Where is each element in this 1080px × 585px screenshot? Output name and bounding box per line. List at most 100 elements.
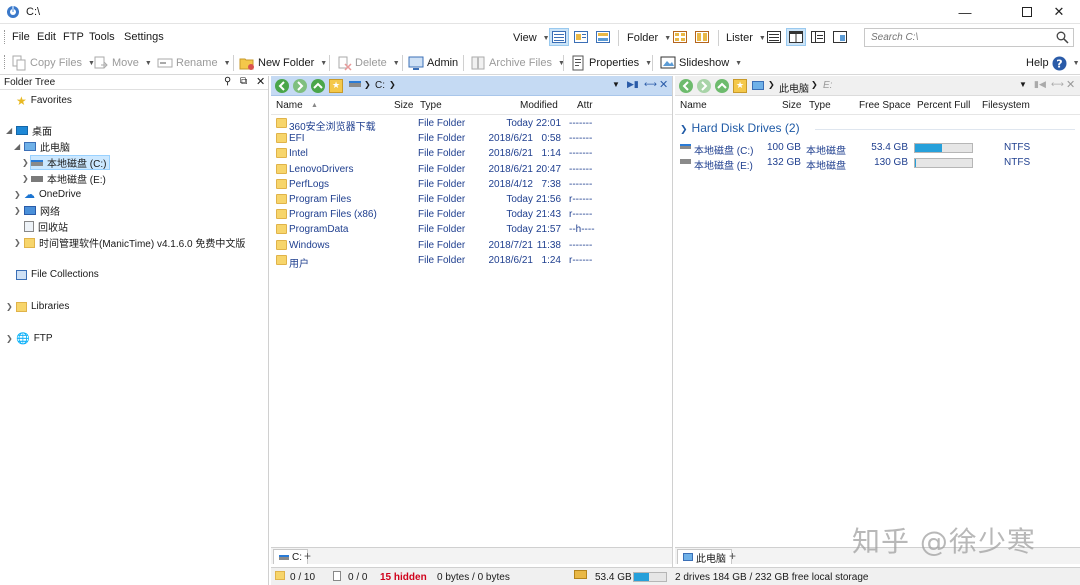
lister-dropdown[interactable]: Lister ▼ (726, 29, 766, 47)
view-details-button[interactable] (549, 28, 569, 46)
tree-item-onedrive[interactable]: ☁ OneDrive (24, 187, 81, 202)
table-row[interactable]: EFI File Folder 2018/6/21 0:58 ------- (271, 132, 672, 147)
view-dropdown[interactable]: View ▼ (513, 29, 550, 47)
drive-row[interactable]: 本地磁盘 (C:) 100 GB 本地磁盘 53.4 GB NTFS (675, 141, 1080, 157)
up-button[interactable] (311, 79, 325, 93)
search-icon[interactable] (1056, 31, 1069, 44)
lister-tree-button[interactable] (808, 28, 828, 46)
expand-arrow-icon[interactable]: ❯ (14, 238, 21, 247)
column-free-space[interactable]: Free Space (859, 100, 911, 111)
menu-tools[interactable]: Tools (89, 31, 115, 43)
drive-row[interactable]: 本地磁盘 (E:) 132 GB 本地磁盘 130 GB NTFS (675, 156, 1080, 172)
forward-button[interactable] (697, 79, 711, 93)
pane-next-icon[interactable]: ▶▮ (627, 79, 639, 90)
menu-settings[interactable]: Settings (124, 31, 164, 43)
tree-search-icon[interactable]: ⚲ (224, 76, 231, 87)
search-input[interactable] (865, 29, 1045, 46)
column-percent-full[interactable]: Percent Full (917, 100, 970, 111)
tree-item-this-pc[interactable]: 此电脑 (24, 139, 70, 154)
breadcrumb-this-pc[interactable]: 此电脑 (779, 80, 809, 95)
expand-arrow-icon[interactable]: ❯ (14, 190, 21, 199)
favorite-folder-button[interactable]: ★ (733, 79, 747, 93)
table-row[interactable]: 用户 File Folder 2018/6/21 1:24 r------ (271, 254, 672, 270)
search-box[interactable] (864, 28, 1074, 47)
column-filesystem[interactable]: Filesystem (982, 100, 1030, 111)
table-row[interactable]: Program Files (x86) File Folder Today 21:43… (271, 208, 672, 223)
menu-edit[interactable]: Edit (37, 31, 56, 43)
favorite-folder-button[interactable]: ★ (329, 79, 343, 93)
move-button[interactable]: Move ▼ (93, 54, 152, 72)
tree-item-recycle-bin[interactable]: 回收站 (24, 219, 68, 234)
status-hidden[interactable]: 15 hidden (380, 572, 427, 583)
path-dropdown-icon[interactable]: ▼ (612, 80, 620, 89)
pane-swap-icon[interactable]: ⟷ (1051, 79, 1064, 90)
add-tab-button[interactable]: + (304, 549, 311, 563)
breadcrumb-e[interactable]: E: (823, 80, 832, 91)
table-row[interactable]: Program Files File Folder Today 21:56 r-----… (271, 193, 672, 208)
path-dropdown-icon[interactable]: ▼ (1019, 80, 1027, 89)
tree-close-icon[interactable]: ✕ (256, 75, 265, 88)
help-button[interactable]: Help ? ▼ (1026, 54, 1080, 72)
column-size[interactable]: Size (394, 100, 413, 111)
tree-item-drive-c[interactable]: 本地磁盘 (C:) (30, 155, 111, 170)
table-row[interactable]: PerfLogs File Folder 2018/4/12 7:38 ------- (271, 178, 672, 193)
collapse-arrow-icon[interactable]: ◢ (14, 142, 20, 151)
menu-ftp[interactable]: FTP (63, 31, 84, 43)
up-button[interactable] (715, 79, 729, 93)
column-type[interactable]: Type (420, 100, 442, 111)
tree-item-desktop[interactable]: 桌面 (16, 123, 52, 138)
menu-file[interactable]: File (12, 31, 30, 43)
tree-item-libraries[interactable]: Libraries (16, 299, 69, 314)
tree-item-manictime[interactable]: 时间管理软件(ManicTime) v4.1.6.0 免费中文版 (24, 235, 245, 250)
pane-close-icon[interactable]: ✕ (1066, 78, 1075, 91)
close-button[interactable]: ✕ (1036, 0, 1080, 24)
column-modified[interactable]: Modified (520, 100, 558, 111)
folder-dropdown[interactable]: Folder ▼ (627, 29, 671, 47)
table-row[interactable]: LenovoDrivers File Folder 2018/6/21 20:47 --… (271, 163, 672, 178)
copy-files-button[interactable]: Copy Files ▼ (11, 54, 95, 72)
pane-swap-icon[interactable]: ⟷ (644, 79, 657, 90)
properties-button[interactable]: Properties ▼ (570, 54, 652, 72)
table-row[interactable]: 360安全浏览器下载 File Folder Today 22:01 ------- (271, 117, 672, 133)
table-row[interactable]: ProgramData File Folder Today 21:57 --h---- (271, 223, 672, 238)
delete-button[interactable]: Delete ▼ (336, 54, 400, 72)
minimize-button[interactable]: — (942, 0, 988, 24)
column-name[interactable]: Name (680, 100, 707, 111)
expand-arrow-icon[interactable]: ❯ (6, 334, 13, 343)
table-row[interactable]: Intel File Folder 2018/6/21 1:14 ------- (271, 147, 672, 162)
group-header[interactable]: ❯ Hard Disk Drives (2) (680, 121, 800, 135)
view-preview-button[interactable] (571, 28, 591, 46)
tree-item-network[interactable]: 网络 (24, 203, 60, 218)
folder-layout-dual-button[interactable] (692, 28, 712, 46)
table-row[interactable]: Windows File Folder 2018/7/21 11:38 ------- (271, 239, 672, 254)
archive-files-button[interactable]: Archive Files ▼ (470, 54, 565, 72)
collapse-arrow-icon[interactable]: ◢ (6, 126, 12, 135)
add-tab-button[interactable]: + (729, 549, 736, 563)
back-button[interactable] (275, 79, 289, 93)
tab-c[interactable]: C: (273, 549, 308, 564)
slideshow-button[interactable]: Slideshow ▼ (660, 54, 742, 72)
expand-arrow-icon[interactable]: ❯ (22, 174, 29, 183)
expand-arrow-icon[interactable]: ❯ (22, 158, 29, 167)
lister-dual-vertical-button[interactable] (786, 28, 806, 46)
lister-viewer-button[interactable] (830, 28, 850, 46)
tree-float-icon[interactable]: ⧉ (240, 76, 247, 87)
tree-item-favorites[interactable]: ★ Favorites (16, 93, 72, 108)
column-type[interactable]: Type (809, 100, 831, 111)
rename-button[interactable]: Rename ▼ (157, 54, 231, 72)
column-attr[interactable]: Attr (577, 100, 593, 111)
back-button[interactable] (679, 79, 693, 93)
tree-item-drive-e[interactable]: 本地磁盘 (E:) (31, 171, 106, 186)
breadcrumb-c[interactable]: C: (375, 80, 385, 91)
new-folder-button[interactable]: New Folder ▼ (239, 54, 327, 72)
forward-button[interactable] (293, 79, 307, 93)
pane-prev-icon[interactable]: ▮◀ (1034, 79, 1046, 90)
tree-item-ftp[interactable]: 🌐 FTP (16, 331, 53, 346)
admin-button[interactable]: Admin (408, 54, 458, 72)
expand-arrow-icon[interactable]: ❯ (6, 302, 13, 311)
folder-layout-single-button[interactable] (670, 28, 690, 46)
view-thumbnails-button[interactable] (593, 28, 613, 46)
pane-close-icon[interactable]: ✕ (659, 78, 668, 91)
expand-arrow-icon[interactable]: ❯ (14, 206, 21, 215)
column-size[interactable]: Size (782, 100, 801, 111)
